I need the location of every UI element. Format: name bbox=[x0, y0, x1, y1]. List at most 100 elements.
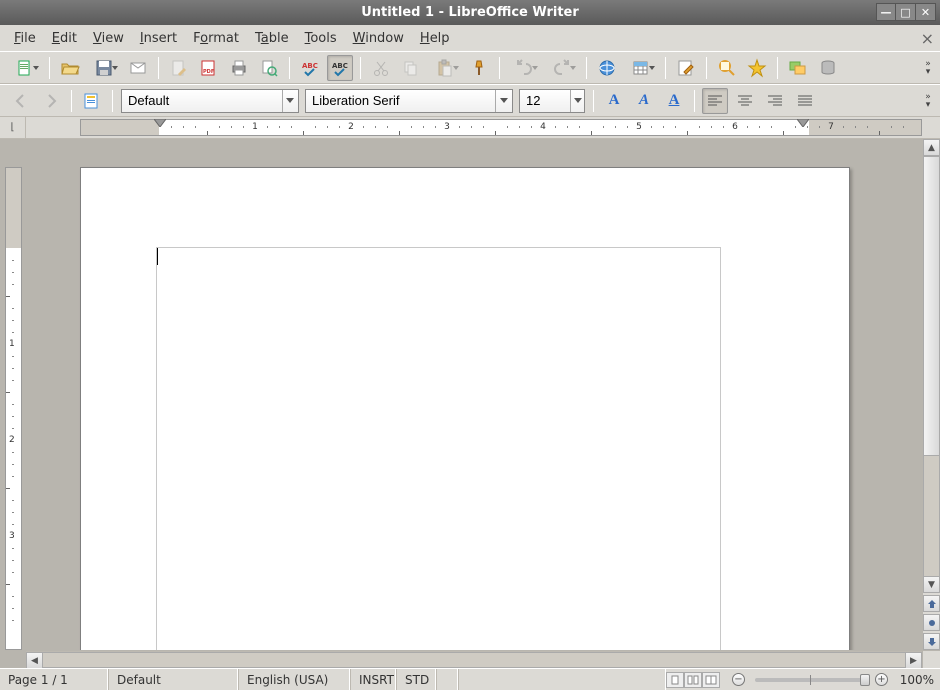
formatting-toolbar: A A A »▾ bbox=[0, 84, 940, 117]
vertical-scrollbar[interactable]: ▲ ▼ bbox=[923, 139, 940, 650]
paragraph-style-combo[interactable] bbox=[121, 89, 299, 113]
menu-format[interactable]: Format bbox=[185, 28, 247, 49]
font-size-input[interactable] bbox=[520, 93, 570, 108]
paragraph-style-dropdown[interactable] bbox=[282, 90, 298, 112]
page-margins bbox=[156, 247, 721, 650]
navigator-button[interactable] bbox=[744, 55, 770, 81]
multi-page-view-button[interactable] bbox=[684, 672, 702, 688]
show-draw-functions-button[interactable] bbox=[673, 55, 699, 81]
status-page[interactable]: Page 1 / 1 bbox=[0, 669, 108, 690]
font-size-combo[interactable] bbox=[519, 89, 585, 113]
svg-text:ABC: ABC bbox=[332, 62, 348, 70]
find-replace-button[interactable] bbox=[714, 55, 740, 81]
align-justify-button[interactable] bbox=[792, 88, 818, 114]
ruler-corner[interactable]: ⌊ bbox=[0, 117, 26, 138]
underline-button[interactable]: A bbox=[661, 88, 687, 114]
print-preview-button[interactable] bbox=[256, 55, 282, 81]
zoom-out-button[interactable]: − bbox=[732, 673, 745, 686]
italic-button[interactable]: A bbox=[631, 88, 657, 114]
window-title: Untitled 1 - LibreOffice Writer bbox=[361, 5, 579, 20]
gallery-button[interactable] bbox=[785, 55, 811, 81]
print-button[interactable] bbox=[226, 55, 252, 81]
ruler-bar: ⌊ 1234567 bbox=[0, 117, 940, 139]
undo-button[interactable] bbox=[507, 55, 541, 81]
menu-help[interactable]: Help bbox=[412, 28, 458, 49]
format-paintbrush-button[interactable] bbox=[466, 55, 492, 81]
navigation-button[interactable] bbox=[923, 614, 940, 631]
toolbar-overflow-button[interactable]: »▾ bbox=[922, 55, 934, 81]
single-page-view-button[interactable] bbox=[666, 672, 684, 688]
status-signature[interactable] bbox=[436, 669, 458, 690]
auto-spellcheck-button[interactable]: ABC bbox=[327, 55, 353, 81]
cut-button[interactable] bbox=[368, 55, 394, 81]
zoom-value[interactable]: 100% bbox=[892, 673, 934, 687]
save-button[interactable] bbox=[87, 55, 121, 81]
book-view-button[interactable] bbox=[702, 672, 720, 688]
paste-button[interactable] bbox=[428, 55, 462, 81]
back-button[interactable] bbox=[8, 88, 34, 114]
scroll-up-button[interactable]: ▲ bbox=[923, 139, 940, 156]
menu-table[interactable]: Table bbox=[247, 28, 297, 49]
align-center-button[interactable] bbox=[732, 88, 758, 114]
copy-button[interactable] bbox=[398, 55, 424, 81]
close-button[interactable]: ✕ bbox=[916, 3, 936, 21]
menu-window[interactable]: Window bbox=[345, 28, 412, 49]
email-button[interactable] bbox=[125, 55, 151, 81]
edit-file-button[interactable] bbox=[166, 55, 192, 81]
status-style[interactable]: Default bbox=[108, 669, 238, 690]
align-right-button[interactable] bbox=[762, 88, 788, 114]
text-cursor bbox=[157, 248, 158, 265]
paragraph-style-input[interactable] bbox=[122, 93, 282, 108]
formatting-overflow-button[interactable]: »▾ bbox=[922, 88, 934, 114]
font-name-input[interactable] bbox=[306, 93, 495, 108]
maximize-button[interactable]: □ bbox=[896, 3, 916, 21]
status-language[interactable]: English (USA) bbox=[238, 669, 350, 690]
zoom-control: − + 100% bbox=[726, 673, 940, 687]
scroll-down-button[interactable]: ▼ bbox=[923, 576, 940, 593]
view-layout-buttons bbox=[666, 672, 720, 688]
work-area: 123 ▲ ▼ ◀ ▶ bbox=[0, 139, 940, 668]
page[interactable] bbox=[80, 167, 850, 650]
scroll-right-button[interactable]: ▶ bbox=[905, 652, 922, 669]
zoom-slider-handle[interactable] bbox=[860, 674, 870, 686]
svg-text:ABC: ABC bbox=[302, 62, 318, 70]
svg-text:PDF: PDF bbox=[203, 69, 214, 75]
prev-page-button[interactable] bbox=[923, 595, 940, 612]
menu-insert[interactable]: Insert bbox=[132, 28, 185, 49]
bold-button[interactable]: A bbox=[601, 88, 627, 114]
status-insert-mode[interactable]: INSRT bbox=[350, 669, 396, 690]
status-selection-mode[interactable]: STD bbox=[396, 669, 436, 690]
spellcheck-button[interactable]: ABC bbox=[297, 55, 323, 81]
close-document-button[interactable]: × bbox=[921, 29, 934, 48]
export-pdf-button[interactable]: PDF bbox=[196, 55, 222, 81]
new-button[interactable] bbox=[8, 55, 42, 81]
font-name-dropdown[interactable] bbox=[495, 90, 512, 112]
document-area[interactable] bbox=[26, 139, 922, 650]
align-left-button[interactable] bbox=[702, 88, 728, 114]
status-misc[interactable] bbox=[458, 669, 666, 690]
hyperlink-button[interactable] bbox=[594, 55, 620, 81]
horizontal-ruler[interactable]: 1234567 bbox=[80, 119, 922, 136]
insert-table-button[interactable] bbox=[624, 55, 658, 81]
zoom-in-button[interactable]: + bbox=[875, 673, 888, 686]
next-page-button[interactable] bbox=[923, 633, 940, 650]
scroll-left-button[interactable]: ◀ bbox=[26, 652, 43, 669]
zoom-slider[interactable] bbox=[755, 678, 865, 682]
menu-file[interactable]: File bbox=[6, 28, 44, 49]
data-sources-button[interactable] bbox=[815, 55, 841, 81]
window-controls: — □ ✕ bbox=[876, 3, 936, 21]
vscroll-thumb[interactable] bbox=[923, 156, 940, 456]
minimize-button[interactable]: — bbox=[876, 3, 896, 21]
vertical-ruler[interactable]: 123 bbox=[5, 167, 22, 650]
redo-button[interactable] bbox=[545, 55, 579, 81]
forward-button[interactable] bbox=[38, 88, 64, 114]
font-name-combo[interactable] bbox=[305, 89, 513, 113]
font-size-dropdown[interactable] bbox=[570, 90, 584, 112]
menu-view[interactable]: View bbox=[85, 28, 132, 49]
open-button[interactable] bbox=[57, 55, 83, 81]
styles-button[interactable] bbox=[79, 88, 105, 114]
horizontal-scrollbar[interactable]: ◀ ▶ bbox=[26, 651, 922, 668]
menu-edit[interactable]: Edit bbox=[44, 28, 85, 49]
hscroll-track[interactable] bbox=[43, 652, 905, 668]
menu-tools[interactable]: Tools bbox=[297, 28, 345, 49]
